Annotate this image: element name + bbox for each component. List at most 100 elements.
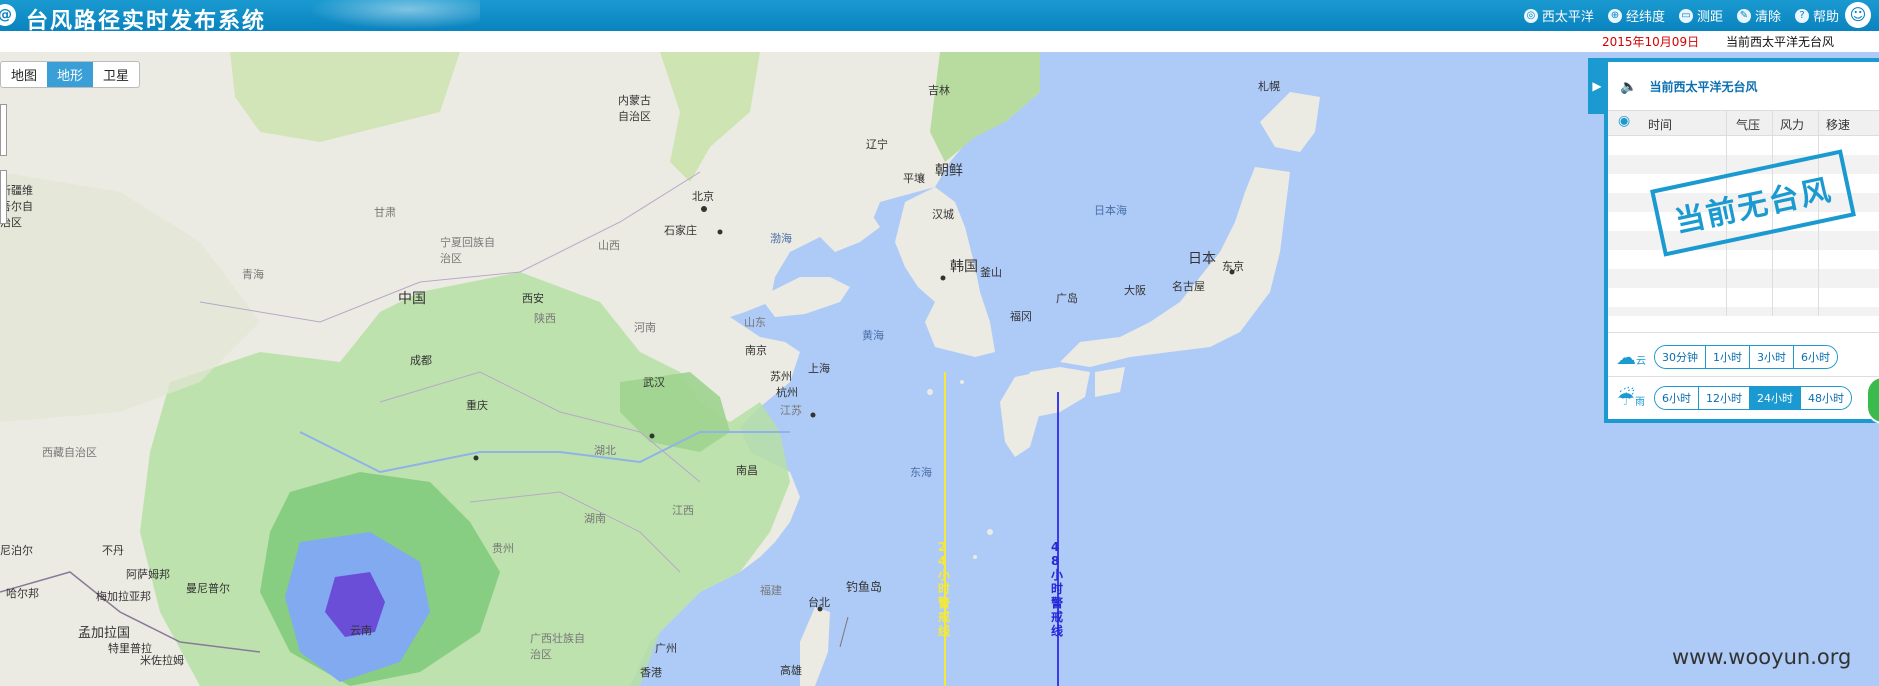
zoom-control[interactable]: [0, 104, 7, 156]
cloud-icon: ☁云: [1616, 345, 1646, 369]
country-label: 中国: [398, 291, 426, 307]
nav-label: 测距: [1696, 10, 1723, 25]
typhoon-info-panel: 🔈 当前西太平洋无台风 ◉ 时间 气压 风力 移速 当前无台风 ☁云 30分钟 …: [1604, 58, 1879, 423]
map-label-layer: 中国 朝鲜 韩国 日本 北京 天津 内蒙古自治区 吉林 辽宁 平壤 汉城 釜山 …: [0, 52, 1879, 686]
header-bar: @ 台风路径实时发布系统 ◎西太平洋 ⊕经纬度 ▭测距 ✎清除 ?帮助 ☺: [0, 0, 1879, 34]
warning-line-48-label: 48小时警戒线: [1051, 540, 1064, 638]
nav-measure[interactable]: ▭ 测距: [1678, 6, 1723, 25]
province-label: 青海: [242, 268, 264, 281]
city-label: 高雄: [780, 664, 802, 677]
city-label: 汉城: [932, 208, 954, 221]
rain-label: 雨: [1634, 397, 1645, 408]
pan-control[interactable]: [0, 170, 7, 224]
globe-icon: ◎: [1523, 8, 1538, 23]
city-label: 平壤: [903, 172, 925, 185]
panel-divider: [1608, 376, 1879, 377]
province-label: 山东: [744, 316, 766, 329]
map-type-switcher: 地图 地形 卫星: [0, 61, 141, 88]
city-label: 吉林: [928, 84, 950, 97]
cloud-option[interactable]: 6小时: [1793, 346, 1837, 368]
region-label: 尼泊尔: [0, 544, 33, 557]
sub-bar: [0, 31, 1879, 53]
province-label: 江西: [672, 504, 694, 517]
typhoon-table-header: ◉ 时间 气压 风力 移速: [1608, 110, 1879, 136]
province-label: 陕西: [534, 312, 556, 325]
nav-clear[interactable]: ✎ 清除: [1736, 6, 1781, 25]
city-label: 大阪: [1124, 284, 1146, 297]
app-logo-icon: @: [0, 4, 16, 26]
region-label: 哈尔邦: [6, 587, 39, 600]
watermark: www.wooyun.org: [1672, 645, 1852, 669]
map-type-satellite[interactable]: 卫星: [93, 62, 139, 87]
city-label: 北京: [692, 190, 714, 203]
province-label: 广西壮族自治区: [530, 632, 585, 661]
city-label: 上海: [808, 362, 830, 375]
rain-option[interactable]: 48小时: [1800, 387, 1851, 409]
typhoon-status: 当前西太平洋无台风: [1726, 35, 1835, 49]
nav-label: 经纬度: [1625, 10, 1665, 25]
rain-row: ☔雨 6小时 12小时 24小时 48小时: [1616, 386, 1852, 410]
city-label: 广岛: [1056, 292, 1078, 305]
rain-option-selected[interactable]: 24小时: [1749, 387, 1800, 409]
rain-cloud-icon: ☔雨: [1617, 386, 1645, 410]
nav-lat-lon[interactable]: ⊕ 经纬度: [1607, 6, 1665, 25]
rain-option[interactable]: 12小时: [1698, 387, 1749, 409]
province-label: 山西: [598, 239, 620, 252]
typhoon-map[interactable]: 中国 朝鲜 韩国 日本 北京 天津 内蒙古自治区 吉林 辽宁 平壤 汉城 釜山 …: [0, 52, 1879, 686]
cloud-time-options: 30分钟 1小时 3小时 6小时: [1654, 345, 1838, 369]
province-label: 宁夏回族自治区: [440, 236, 495, 265]
city-label: 南京: [745, 344, 767, 357]
city-label: 釜山: [980, 266, 1002, 279]
nav-west-pacific[interactable]: ◎ 西太平洋: [1523, 6, 1594, 25]
region-label: 曼尼普尔: [186, 582, 230, 595]
rain-option[interactable]: 6小时: [1655, 387, 1698, 409]
region-label: 阿萨姆邦: [126, 568, 170, 581]
city-label: 名古屋: [1172, 280, 1205, 293]
cloud-option[interactable]: 3小时: [1749, 346, 1793, 368]
panel-divider: [1608, 332, 1879, 333]
speaker-icon[interactable]: 🔈: [1620, 79, 1637, 95]
cloud-option[interactable]: 30分钟: [1655, 346, 1705, 368]
region-label: 孟加拉国: [78, 626, 131, 641]
city-label: 南昌: [736, 464, 758, 477]
col-pressure: 气压: [1736, 118, 1761, 132]
map-type-map[interactable]: 地图: [1, 62, 47, 87]
city-label: 西安: [522, 292, 544, 305]
cloud-option[interactable]: 1小时: [1705, 346, 1749, 368]
sea-label: 日本海: [1094, 204, 1127, 217]
country-label: 朝鲜: [935, 163, 963, 179]
nav-label: 帮助: [1812, 10, 1839, 25]
city-label: 台北: [808, 596, 830, 609]
city-label: 石家庄: [664, 224, 697, 237]
col-time: 时间: [1648, 118, 1673, 132]
country-label: 日本: [1188, 251, 1216, 267]
city-label: 辽宁: [866, 138, 888, 151]
province-label: 江苏: [780, 404, 802, 417]
map-type-terrain[interactable]: 地形: [47, 62, 94, 87]
city-label: 重庆: [466, 399, 488, 412]
city-label: 内蒙古自治区: [618, 94, 651, 123]
header-decoration: [300, 0, 480, 31]
city-label: 武汉: [643, 376, 665, 389]
col-speed: 移速: [1826, 118, 1851, 132]
province-label: 湖北: [594, 444, 616, 457]
region-label: 不丹: [102, 544, 124, 557]
nav-help[interactable]: ? 帮助: [1794, 6, 1839, 25]
province-label: 云南: [350, 624, 372, 637]
city-label: 成都: [410, 354, 432, 367]
rain-time-options: 6小时 12小时 24小时 48小时: [1654, 386, 1852, 410]
help-book-icon: ?: [1794, 8, 1809, 23]
panel-title: 当前西太平洋无台风: [1649, 80, 1758, 94]
city-label: 香港: [640, 666, 662, 679]
province-label: 福建: [760, 584, 782, 597]
sea-label: 黄海: [862, 329, 884, 342]
broom-icon: ✎: [1736, 8, 1751, 23]
city-label: 广州: [655, 642, 677, 655]
user-icon[interactable]: ☺: [1845, 2, 1871, 28]
col-wind: 风力: [1780, 118, 1805, 132]
city-label: 东京: [1222, 260, 1244, 273]
typhoon-icon: ◉: [1618, 113, 1631, 129]
city-label: 杭州: [776, 386, 798, 399]
province-label: 贵州: [492, 542, 514, 555]
cloud-imagery-row: ☁云 30分钟 1小时 3小时 6小时: [1616, 345, 1838, 369]
